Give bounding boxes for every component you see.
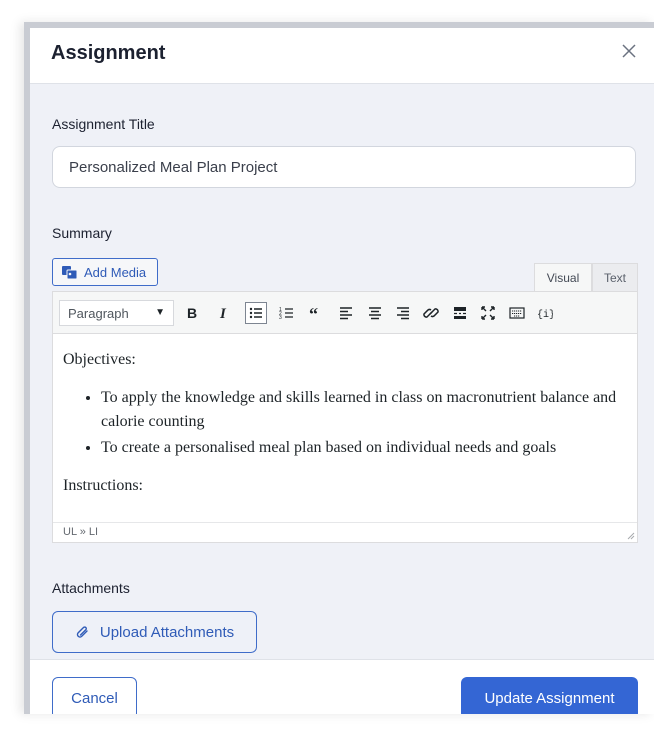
italic-icon: I bbox=[219, 306, 227, 321]
align-left-icon bbox=[340, 307, 352, 320]
add-media-button[interactable]: Add Media bbox=[52, 258, 158, 286]
modal-title: Assignment bbox=[51, 42, 166, 64]
align-right-button[interactable] bbox=[392, 302, 414, 324]
content-heading-objectives: Objectives: bbox=[63, 351, 136, 368]
modal-header: Assignment bbox=[30, 28, 654, 84]
list-item: To apply the knowledge and skills learne… bbox=[101, 386, 627, 434]
format-select-value: Paragraph bbox=[68, 305, 129, 321]
svg-text:I: I bbox=[219, 306, 227, 321]
bullet-list-button[interactable] bbox=[245, 302, 267, 324]
keyboard-icon bbox=[509, 307, 525, 319]
read-more-button[interactable] bbox=[449, 302, 471, 324]
align-right-icon bbox=[397, 307, 409, 320]
tab-text[interactable]: Text bbox=[592, 263, 638, 292]
align-left-button[interactable] bbox=[335, 302, 357, 324]
blockquote-button[interactable]: “ bbox=[305, 302, 327, 324]
tab-visual[interactable]: Visual bbox=[534, 263, 592, 292]
read-more-icon bbox=[454, 307, 466, 319]
media-icon bbox=[62, 265, 78, 279]
bold-button[interactable]: B bbox=[181, 302, 203, 324]
shortcode-icon: {i} bbox=[537, 309, 553, 321]
chevron-down-icon: ▼ bbox=[155, 307, 165, 318]
upload-attachments-label: Upload Attachments bbox=[99, 623, 235, 641]
numbered-list-icon: 1 2 3 bbox=[279, 307, 293, 321]
svg-text:B: B bbox=[187, 305, 197, 321]
link-button[interactable] bbox=[420, 302, 442, 324]
add-media-label: Add Media bbox=[84, 264, 147, 280]
list-item: To create a personalised meal plan based… bbox=[101, 436, 627, 460]
link-icon bbox=[423, 308, 439, 318]
align-center-icon bbox=[369, 307, 381, 320]
bullet-list-icon bbox=[249, 307, 262, 319]
blockquote-icon: “ bbox=[309, 305, 318, 321]
editor-path: UL » LI bbox=[63, 526, 99, 538]
align-center-button[interactable] bbox=[364, 302, 386, 324]
numbered-list-button[interactable]: 1 2 3 bbox=[276, 302, 298, 324]
assignment-modal: Assignment Assignment Title Summary Add … bbox=[24, 22, 654, 714]
italic-button[interactable]: I bbox=[213, 302, 235, 324]
update-assignment-button[interactable]: Update Assignment bbox=[461, 677, 638, 714]
resize-handle-icon[interactable] bbox=[625, 530, 635, 540]
editor-path-statusbar: UL » LI bbox=[53, 522, 637, 542]
svg-text:{i}: {i} bbox=[537, 309, 553, 321]
fullscreen-icon bbox=[481, 306, 495, 320]
editor-toolbar: Paragraph ▼ B I 1 2 3 “ {i bbox=[53, 292, 637, 334]
shortcode-button[interactable]: {i} bbox=[534, 302, 556, 324]
fullscreen-button[interactable] bbox=[477, 302, 499, 324]
cancel-button[interactable]: Cancel bbox=[52, 677, 137, 714]
svg-text:3: 3 bbox=[279, 315, 282, 321]
svg-text:“: “ bbox=[309, 305, 318, 321]
upload-attachments-button[interactable]: Upload Attachments bbox=[52, 611, 257, 653]
assignment-title-input[interactable] bbox=[52, 146, 636, 188]
keyboard-button[interactable] bbox=[506, 302, 528, 324]
content-bullet-list: To apply the knowledge and skills learne… bbox=[101, 386, 627, 460]
modal-footer: Cancel Update Assignment bbox=[30, 659, 654, 714]
format-select[interactable]: Paragraph ▼ bbox=[59, 300, 174, 326]
close-icon[interactable] bbox=[618, 40, 640, 62]
summary-editor: Paragraph ▼ B I 1 2 3 “ {i Objectives: •… bbox=[52, 291, 638, 543]
attachments-label: Attachments bbox=[52, 580, 130, 596]
assignment-title-label: Assignment Title bbox=[52, 116, 155, 132]
content-heading-instructions: Instructions: bbox=[63, 477, 143, 494]
bold-icon: B bbox=[187, 305, 197, 321]
editor-content[interactable]: Objectives: To apply the knowledge and s… bbox=[53, 334, 637, 524]
paperclip-icon bbox=[76, 625, 88, 638]
summary-label: Summary bbox=[52, 225, 112, 241]
